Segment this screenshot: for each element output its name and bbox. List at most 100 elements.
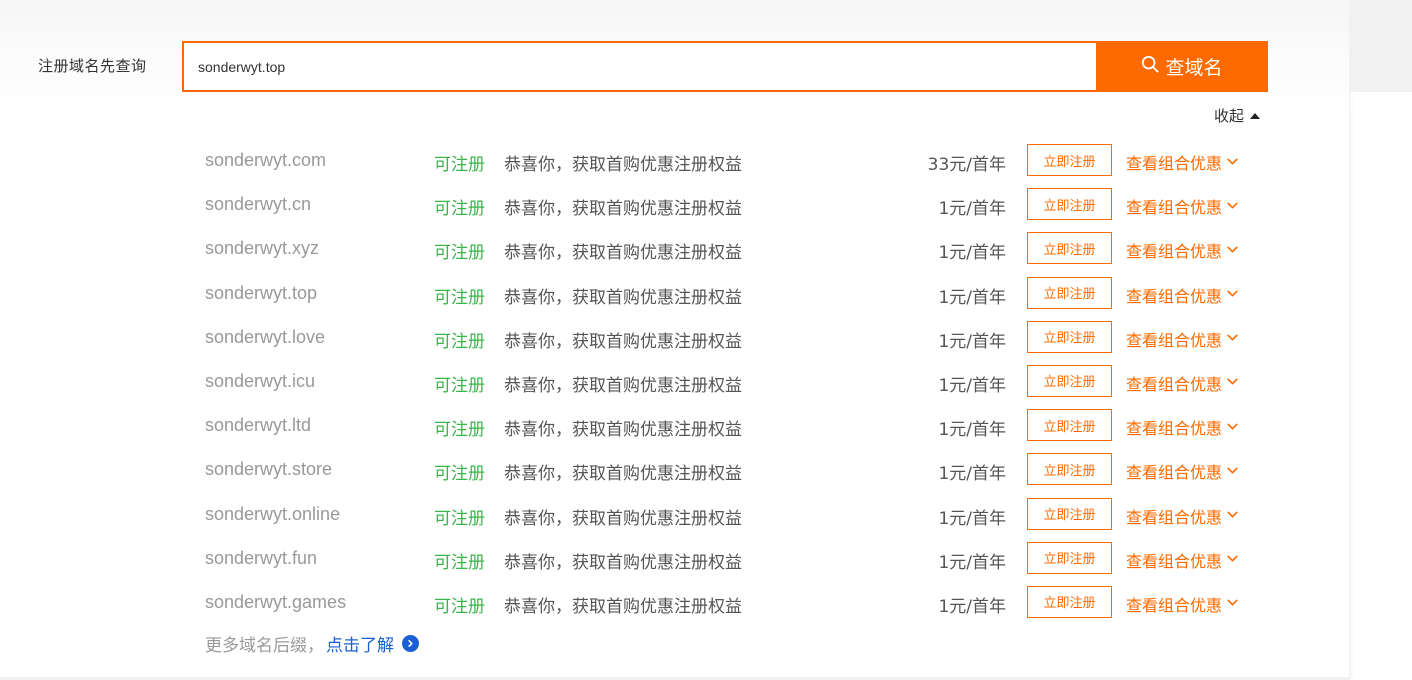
- register-button[interactable]: 立即注册: [1027, 320, 1112, 353]
- price: 1元/首年: [938, 199, 1006, 220]
- search-button-label: 查域名: [1165, 57, 1223, 79]
- domain-row: sonderwyt.ltd 可注册 恭喜你，获取首购优惠注册权益 1元/首年 立…: [0, 404, 1349, 448]
- chevron-down-icon: [1226, 462, 1239, 481]
- register-button[interactable]: 立即注册: [1027, 409, 1112, 442]
- price: 1元/首年: [938, 508, 1006, 529]
- chevron-down-icon: [1226, 329, 1239, 348]
- bundle-offer-link[interactable]: 查看组合优惠: [1126, 150, 1239, 174]
- chevron-down-icon: [1226, 241, 1239, 260]
- price: 1元/首年: [938, 596, 1006, 617]
- chevron-down-icon: [1226, 285, 1239, 304]
- domain-name: sonderwyt.top: [205, 282, 318, 303]
- availability-status: 可注册: [434, 552, 485, 573]
- chevron-down-icon: [1226, 418, 1239, 437]
- register-button[interactable]: 立即注册: [1027, 453, 1112, 486]
- promo-text: 恭喜你，获取首购优惠注册权益: [504, 155, 742, 175]
- register-button[interactable]: 立即注册: [1027, 188, 1112, 221]
- bundle-offer-link[interactable]: 查看组合优惠: [1126, 238, 1239, 262]
- bundle-offer-link[interactable]: 查看组合优惠: [1126, 371, 1239, 395]
- bundle-offer-label: 查看组合优惠: [1126, 330, 1223, 350]
- bundle-offer-label: 查看组合优惠: [1126, 286, 1223, 306]
- more-suffixes-text: 更多域名后缀，: [205, 636, 324, 656]
- bundle-offer-link[interactable]: 查看组合优惠: [1126, 415, 1239, 439]
- right-strip: [1349, 92, 1412, 680]
- bundle-offer-label: 查看组合优惠: [1126, 198, 1223, 218]
- chevron-down-icon: [1226, 594, 1239, 613]
- register-button[interactable]: 立即注册: [1027, 585, 1112, 618]
- bundle-offer-link[interactable]: 查看组合优惠: [1126, 283, 1239, 307]
- promo-text: 恭喜你，获取首购优惠注册权益: [504, 331, 742, 352]
- availability-status: 可注册: [434, 375, 485, 396]
- search-box[interactable]: [182, 41, 1098, 92]
- promo-text: 恭喜你，获取首购优惠注册权益: [504, 243, 742, 264]
- domain-name: sonderwyt.games: [205, 591, 347, 612]
- promo-text: 恭喜你，获取首购优惠注册权益: [504, 552, 742, 573]
- promo-text: 恭喜你，获取首购优惠注册权益: [504, 596, 742, 617]
- register-button[interactable]: 立即注册: [1027, 232, 1112, 265]
- bundle-offer-link[interactable]: 查看组合优惠: [1126, 459, 1239, 483]
- price: 1元/首年: [938, 331, 1006, 352]
- domain-row: sonderwyt.love 可注册 恭喜你，获取首购优惠注册权益 1元/首年 …: [0, 316, 1349, 360]
- domain-row: sonderwyt.games 可注册 恭喜你，获取首购优惠注册权益 1元/首年…: [0, 581, 1349, 625]
- bundle-offer-label: 查看组合优惠: [1126, 595, 1223, 615]
- domain-name: sonderwyt.online: [205, 503, 341, 524]
- domain-row: sonderwyt.xyz 可注册 恭喜你，获取首购优惠注册权益 1元/首年 立…: [0, 227, 1349, 271]
- domain-row: sonderwyt.icu 可注册 恭喜你，获取首购优惠注册权益 1元/首年 立…: [0, 360, 1349, 404]
- search-input[interactable]: [198, 43, 1098, 90]
- availability-status: 可注册: [434, 464, 485, 485]
- domain-name: sonderwyt.store: [205, 459, 333, 480]
- collapse-label: 收起: [1214, 107, 1245, 125]
- collapse-toggle[interactable]: 收起: [1214, 105, 1261, 126]
- domain-name: sonderwyt.love: [205, 326, 326, 347]
- bundle-offer-link[interactable]: 查看组合优惠: [1126, 548, 1239, 572]
- chevron-down-icon: [1226, 550, 1239, 569]
- domain-row: sonderwyt.top 可注册 恭喜你，获取首购优惠注册权益 1元/首年 立…: [0, 272, 1349, 316]
- bundle-offer-link[interactable]: 查看组合优惠: [1126, 592, 1239, 616]
- price: 1元/首年: [938, 243, 1006, 264]
- domain-row: sonderwyt.com 可注册 恭喜你，获取首购优惠注册权益 33元/首年 …: [0, 139, 1349, 183]
- price: 1元/首年: [938, 287, 1006, 308]
- domain-name: sonderwyt.fun: [205, 547, 318, 568]
- bundle-offer-link[interactable]: 查看组合优惠: [1126, 327, 1239, 351]
- bundle-offer-label: 查看组合优惠: [1126, 463, 1223, 483]
- price: 33元/首年: [927, 155, 1006, 175]
- domain-name: sonderwyt.icu: [205, 370, 316, 391]
- promo-text: 恭喜你，获取首购优惠注册权益: [504, 420, 742, 441]
- right-strip-top: [1349, 0, 1412, 92]
- bundle-offer-label: 查看组合优惠: [1126, 551, 1223, 571]
- promo-text: 恭喜你，获取首购优惠注册权益: [504, 464, 742, 485]
- chevron-down-icon: [1226, 373, 1239, 392]
- register-button[interactable]: 立即注册: [1027, 364, 1112, 397]
- chevron-down-icon: [1226, 197, 1239, 216]
- chevron-down-icon: [1226, 506, 1239, 525]
- register-button[interactable]: 立即注册: [1027, 541, 1112, 574]
- availability-status: 可注册: [434, 331, 485, 352]
- domain-row: sonderwyt.store 可注册 恭喜你，获取首购优惠注册权益 1元/首年…: [0, 448, 1349, 492]
- register-button[interactable]: 立即注册: [1027, 497, 1112, 530]
- domain-name: sonderwyt.cn: [205, 194, 312, 215]
- more-suffixes-link[interactable]: 点击了解: [326, 631, 394, 656]
- bundle-offer-label: 查看组合优惠: [1126, 374, 1223, 394]
- availability-status: 可注册: [434, 287, 485, 308]
- bundle-offer-link[interactable]: 查看组合优惠: [1126, 504, 1239, 528]
- more-suffixes: 更多域名后缀， 点击了解: [205, 631, 419, 656]
- domain-row: sonderwyt.fun 可注册 恭喜你，获取首购优惠注册权益 1元/首年 立…: [0, 537, 1349, 581]
- register-button[interactable]: 立即注册: [1027, 276, 1112, 309]
- price: 1元/首年: [938, 375, 1006, 396]
- search-domain-button[interactable]: 查域名: [1096, 41, 1268, 92]
- chevron-down-icon: [1226, 153, 1239, 172]
- search-icon: [1141, 55, 1160, 78]
- domain-results-list: sonderwyt.com 可注册 恭喜你，获取首购优惠注册权益 33元/首年 …: [0, 139, 1349, 625]
- availability-status: 可注册: [434, 508, 485, 529]
- domain-name: sonderwyt.com: [205, 150, 327, 170]
- price: 1元/首年: [938, 420, 1006, 441]
- promo-text: 恭喜你，获取首购优惠注册权益: [504, 508, 742, 529]
- register-button[interactable]: 立即注册: [1027, 144, 1112, 176]
- availability-status: 可注册: [434, 243, 485, 264]
- availability-status: 可注册: [434, 420, 485, 441]
- arrow-right-circle-icon[interactable]: [402, 635, 419, 652]
- price: 1元/首年: [938, 552, 1006, 573]
- domain-row: sonderwyt.online 可注册 恭喜你，获取首购优惠注册权益 1元/首…: [0, 493, 1349, 537]
- domain-row: sonderwyt.cn 可注册 恭喜你，获取首购优惠注册权益 1元/首年 立即…: [0, 183, 1349, 227]
- bundle-offer-link[interactable]: 查看组合优惠: [1126, 194, 1239, 218]
